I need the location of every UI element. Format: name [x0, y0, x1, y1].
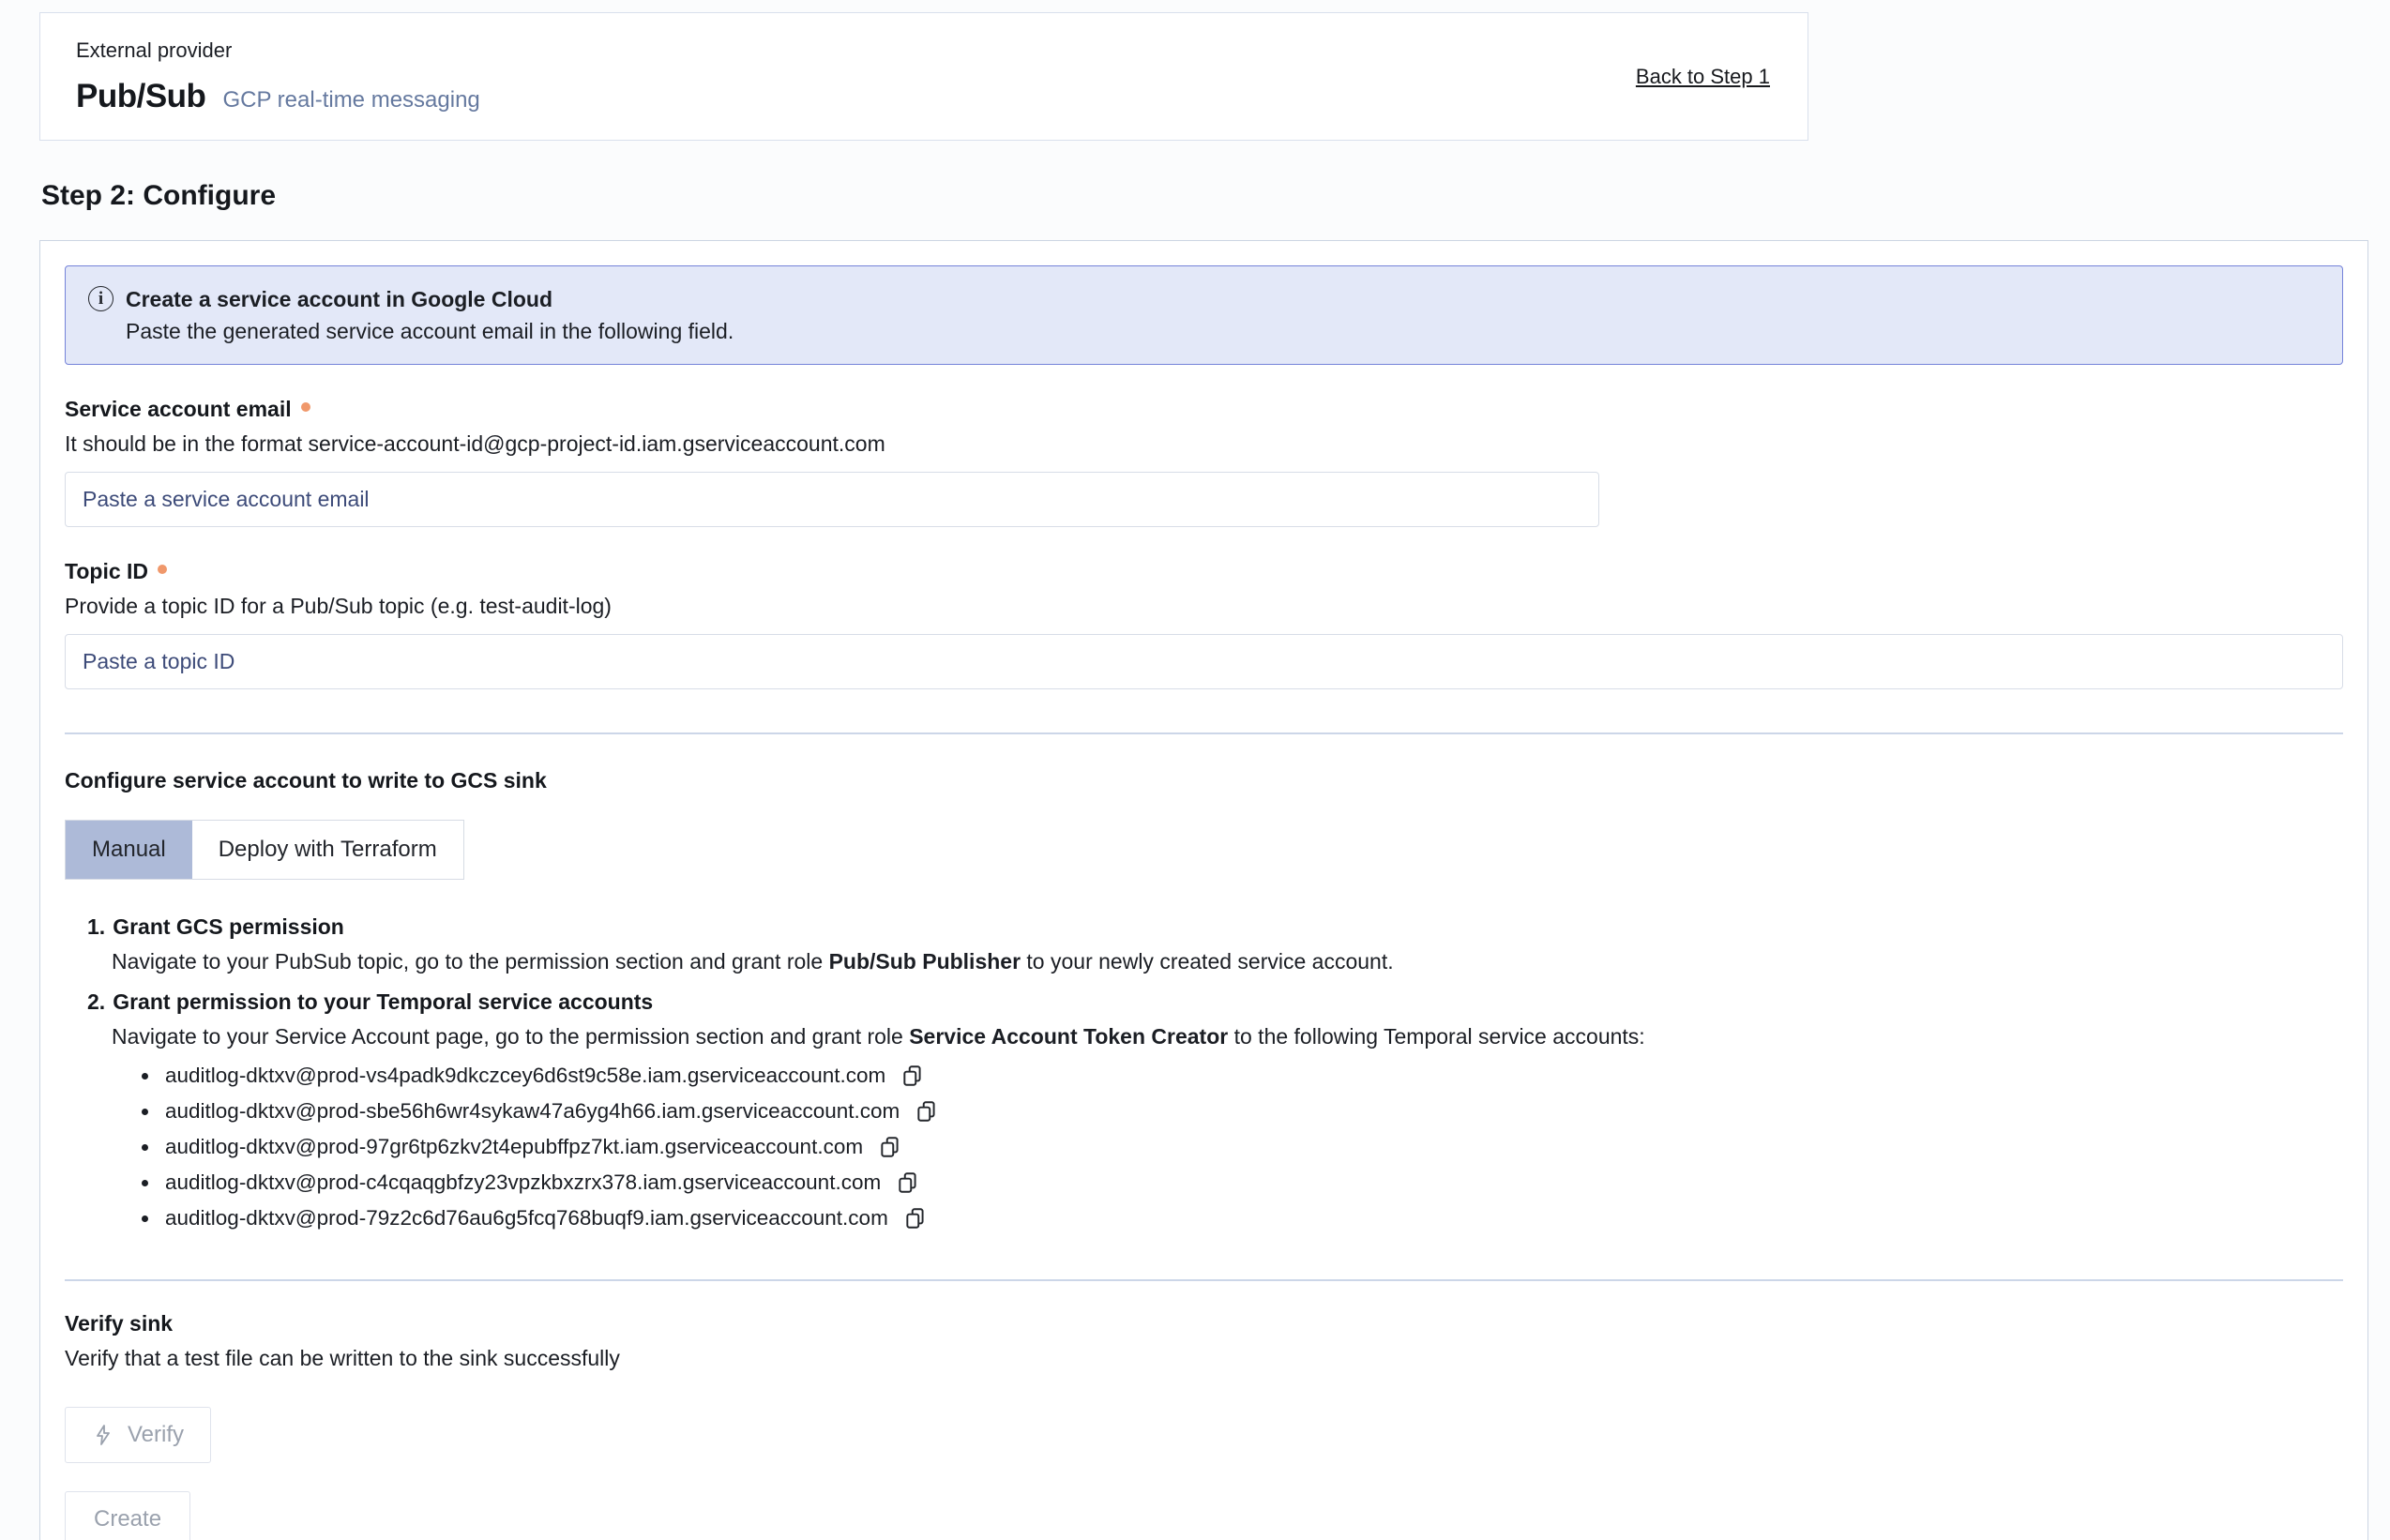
configure-tabs: Manual Deploy with Terraform: [65, 820, 464, 880]
service-account-list: auditlog-dktxv@prod-vs4padk9dkczcey6d6st…: [65, 1058, 2343, 1236]
info-icon: i: [88, 286, 113, 311]
copy-icon[interactable]: [901, 1204, 930, 1232]
tab-manual[interactable]: Manual: [66, 821, 192, 879]
service-account-email: auditlog-dktxv@prod-79z2c6d76au6g5fcq768…: [165, 1206, 888, 1230]
step-heading: Step 2: Configure: [41, 180, 2390, 212]
verify-sink-title: Verify sink: [65, 1311, 2343, 1336]
service-account-email: auditlog-dktxv@prod-97gr6tp6zkv2t4epubff…: [165, 1135, 863, 1159]
service-account-email: auditlog-dktxv@prod-c4cqaqgbfzy23vpzkbxz…: [165, 1170, 881, 1195]
service-account-email-input[interactable]: [65, 472, 1599, 527]
service-account-email-label: Service account email: [65, 397, 292, 422]
create-button[interactable]: Create: [65, 1491, 190, 1540]
step-body: Navigate to your Service Account page, g…: [65, 1019, 2343, 1054]
required-dot: [301, 402, 310, 412]
configure-section-title: Configure service account to write to GC…: [65, 768, 2343, 793]
bullet: [142, 1073, 148, 1080]
info-alert-title: Create a service account in Google Cloud: [126, 285, 2320, 313]
list-item: auditlog-dktxv@prod-sbe56h6wr4sykaw47a6y…: [65, 1094, 2343, 1129]
create-button-label: Create: [94, 1506, 161, 1532]
configure-panel: i Create a service account in Google Clo…: [39, 240, 2368, 1540]
step-grant-temporal-permission: 2. Grant permission to your Temporal ser…: [65, 985, 2343, 1236]
info-alert: i Create a service account in Google Clo…: [65, 265, 2343, 365]
step-grant-gcs-permission: 1. Grant GCS permission Navigate to your…: [65, 910, 2343, 979]
list-item: auditlog-dktxv@prod-vs4padk9dkczcey6d6st…: [65, 1058, 2343, 1094]
service-account-email-helper: It should be in the format service-accou…: [65, 431, 2343, 457]
step-body: Navigate to your PubSub topic, go to the…: [65, 944, 2343, 979]
provider-title: Pub/Sub: [76, 78, 205, 115]
zap-icon: [92, 1424, 114, 1446]
bullet: [142, 1144, 148, 1151]
copy-icon[interactable]: [894, 1169, 922, 1197]
service-account-email: auditlog-dktxv@prod-vs4padk9dkczcey6d6st…: [165, 1064, 885, 1088]
bullet: [142, 1180, 148, 1186]
list-item: auditlog-dktxv@prod-79z2c6d76au6g5fcq768…: [65, 1200, 2343, 1236]
service-account-email: auditlog-dktxv@prod-sbe56h6wr4sykaw47a6y…: [165, 1099, 900, 1124]
copy-icon[interactable]: [913, 1097, 941, 1125]
bullet: [142, 1109, 148, 1115]
list-item: auditlog-dktxv@prod-c4cqaqgbfzy23vpzkbxz…: [65, 1165, 2343, 1200]
bullet: [142, 1215, 148, 1222]
required-dot: [158, 565, 167, 574]
step-body-role: Pub/Sub Publisher: [829, 949, 1021, 974]
info-alert-body: Paste the generated service account emai…: [126, 317, 2320, 345]
verify-button[interactable]: Verify: [65, 1407, 211, 1463]
step-body-role: Service Account Token Creator: [909, 1024, 1228, 1049]
external-provider-label: External provider: [76, 38, 480, 63]
step-body-text: Navigate to your PubSub topic, go to the…: [112, 949, 829, 974]
step-number: 1.: [87, 910, 105, 944]
provider-subtitle: GCP real-time messaging: [222, 87, 479, 113]
step-title: Grant GCS permission: [113, 910, 344, 944]
step-body-text: to your newly created service account.: [1021, 949, 1394, 974]
instruction-steps: 1. Grant GCS permission Navigate to your…: [65, 910, 2343, 1236]
topic-id-input[interactable]: [65, 634, 2343, 689]
verify-sink-helper: Verify that a test file can be written t…: [65, 1346, 2343, 1371]
section-divider: [65, 1279, 2343, 1281]
step-body-text: to the following Temporal service accoun…: [1228, 1024, 1644, 1049]
step-body-text: Navigate to your Service Account page, g…: [112, 1024, 909, 1049]
step-title: Grant permission to your Temporal servic…: [113, 985, 653, 1019]
back-to-step-1-link[interactable]: Back to Step 1: [1636, 65, 1770, 89]
copy-icon[interactable]: [899, 1062, 927, 1090]
topic-id-helper: Provide a topic ID for a Pub/Sub topic (…: [65, 594, 2343, 619]
copy-icon[interactable]: [876, 1133, 904, 1161]
topic-id-label: Topic ID: [65, 559, 148, 584]
verify-button-label: Verify: [128, 1422, 184, 1448]
section-divider: [65, 732, 2343, 734]
tab-deploy-terraform[interactable]: Deploy with Terraform: [192, 821, 463, 879]
external-provider-card: External provider Pub/Sub GCP real-time …: [39, 12, 1808, 141]
step-number: 2.: [87, 985, 105, 1019]
list-item: auditlog-dktxv@prod-97gr6tp6zkv2t4epubff…: [65, 1129, 2343, 1165]
